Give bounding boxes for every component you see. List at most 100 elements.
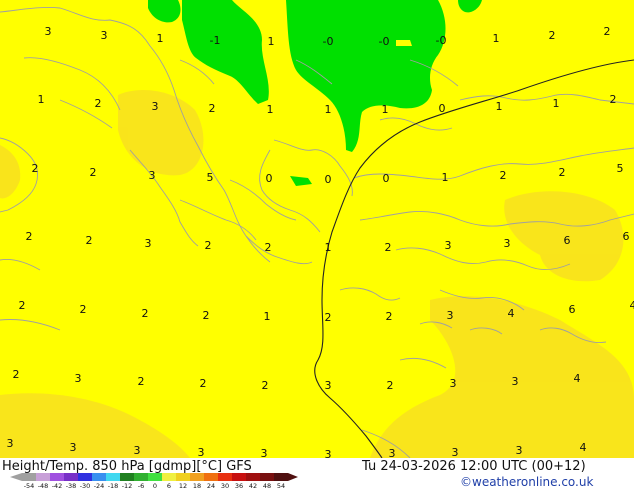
colorbar-tick-label: 30 xyxy=(221,482,229,489)
temperature-label: 0 xyxy=(266,172,273,185)
colorbar-tick-label: -38 xyxy=(66,482,77,489)
temperature-label: 1 xyxy=(553,97,560,110)
colorbar-tick-label: 0 xyxy=(153,482,157,489)
temperature-label: 3 xyxy=(198,446,205,458)
temperature-label: 3 xyxy=(45,25,52,38)
temperature-label: 4 xyxy=(580,441,587,454)
temperature-label: 3 xyxy=(452,446,459,458)
temperature-label: 2 xyxy=(19,299,26,312)
colorbar-swatch xyxy=(162,473,176,481)
colorbar-swatch xyxy=(36,473,50,481)
temperature-label: 3 xyxy=(261,447,268,458)
colorbar-swatch xyxy=(92,473,106,481)
temperature-label: 2 xyxy=(203,309,210,322)
temperature-label: 0 xyxy=(325,173,332,186)
temperature-label: 1 xyxy=(268,35,275,48)
temperature-label: 2 xyxy=(610,93,617,106)
temperature-label: 2 xyxy=(262,379,269,392)
temperature-label: 0 xyxy=(383,172,390,185)
temperature-label: 3 xyxy=(512,375,519,388)
temperature-label: 2 xyxy=(200,377,207,390)
colorbar-tick-label: 18 xyxy=(193,482,201,489)
colorbar-tick-label: 48 xyxy=(263,482,271,489)
copyright: ©weatheronline.co.uk xyxy=(460,475,594,489)
colorbar-tick-label: -54 xyxy=(24,482,35,489)
temperature-label: 3 xyxy=(7,437,14,450)
temperature-label: -0 xyxy=(323,35,334,48)
temperature-label: 1 xyxy=(325,103,332,116)
colorbar-right-arrow xyxy=(288,473,298,481)
temperature-label: 4 xyxy=(630,299,634,312)
temperature-label: 3 xyxy=(145,237,152,250)
colorbar-swatch xyxy=(260,473,274,481)
temperature-label: 2 xyxy=(80,303,87,316)
colorbar-tick-label: -48 xyxy=(38,482,49,489)
temperature-label: 1 xyxy=(382,103,389,116)
temperature-label: 2 xyxy=(13,368,20,381)
temperature-label: 2 xyxy=(387,379,394,392)
temperature-label: 2 xyxy=(386,310,393,323)
colorbar-tick-label: 12 xyxy=(179,482,187,489)
temperature-label: 1 xyxy=(38,93,45,106)
temperature-label: 5 xyxy=(617,162,624,175)
colorbar-swatch xyxy=(148,473,162,481)
temperature-label: 2 xyxy=(265,241,272,254)
colorbar: -54 -48 -42 -38 -30 -24 -18 -12 -6 0 6 12 18 24 30 36 42… xyxy=(10,473,298,489)
temperature-label: 2 xyxy=(26,230,33,243)
temperature-label: 2 xyxy=(205,239,212,252)
temperature-label: 3 xyxy=(75,372,82,385)
colorbar-tick-label: -42 xyxy=(52,482,63,489)
weather-map: 3 3 1 -1 1 -0 -0 -0 1 2 2 1 2 3 2 1 1 1 0 1 1 2 2 2 3 5 0 0 0 1 2 2 5 2 2 3… xyxy=(0,0,634,458)
temperature-label: 6 xyxy=(623,230,630,243)
temperature-label: 5 xyxy=(207,171,214,184)
footer-bar: Height/Temp. 850 hPa [gdmp][°C] GFS Tu 2… xyxy=(0,458,634,490)
colorbar-swatch xyxy=(274,473,288,481)
colorbar-tick-label: -6 xyxy=(138,482,144,489)
temperature-label: -1 xyxy=(210,34,221,47)
colorbar-left-arrow xyxy=(10,473,22,481)
temperature-label: 3 xyxy=(516,444,523,457)
colorbar-tick-label: 54 xyxy=(277,482,285,489)
colorbar-tick-label: -24 xyxy=(94,482,105,489)
colorbar-swatch xyxy=(134,473,148,481)
colorbar-swatch xyxy=(218,473,232,481)
forecast-datetime: Tu 24-03-2026 12:00 UTC (00+12) xyxy=(362,459,586,474)
colorbar-tick-label: -30 xyxy=(80,482,91,489)
colorbar-tick-label: 24 xyxy=(207,482,215,489)
temperature-label: 2 xyxy=(142,307,149,320)
temperature-label: 3 xyxy=(149,169,156,182)
temperature-label: 2 xyxy=(604,25,611,38)
temperature-label: 3 xyxy=(450,377,457,390)
colorbar-tick-label: 42 xyxy=(249,482,257,489)
colorbar-swatch xyxy=(232,473,246,481)
temperature-label: 2 xyxy=(95,97,102,110)
colorbar-tick-label: 6 xyxy=(167,482,171,489)
temperature-label: 3 xyxy=(447,309,454,322)
temperature-label: 1 xyxy=(267,103,274,116)
map-title: Height/Temp. 850 hPa [gdmp][°C] GFS xyxy=(2,459,252,474)
colorbar-swatch xyxy=(190,473,204,481)
temperature-label: 3 xyxy=(389,447,396,458)
colorbar-swatch xyxy=(22,473,36,481)
colorbar-swatch xyxy=(106,473,120,481)
temperature-label: 2 xyxy=(549,29,556,42)
temperature-label: 1 xyxy=(157,32,164,45)
temperature-label: 3 xyxy=(152,100,159,113)
temperature-label: 0 xyxy=(439,102,446,115)
temperature-label: -0 xyxy=(379,35,390,48)
colorbar-swatch xyxy=(176,473,190,481)
temperature-label: -0 xyxy=(436,34,447,47)
temperature-label: 3 xyxy=(70,441,77,454)
colorbar-swatch xyxy=(64,473,78,481)
colorbar-swatch xyxy=(50,473,64,481)
temperature-label: 1 xyxy=(264,310,271,323)
temperature-label: 2 xyxy=(325,311,332,324)
temperature-label: 1 xyxy=(442,171,449,184)
temperature-label: 3 xyxy=(445,239,452,252)
colorbar-swatch xyxy=(246,473,260,481)
temperature-label: 1 xyxy=(493,32,500,45)
colorbar-swatch xyxy=(78,473,92,481)
colorbar-swatch xyxy=(204,473,218,481)
colorbar-tick-label: 36 xyxy=(235,482,243,489)
temperature-label: 3 xyxy=(504,237,511,250)
